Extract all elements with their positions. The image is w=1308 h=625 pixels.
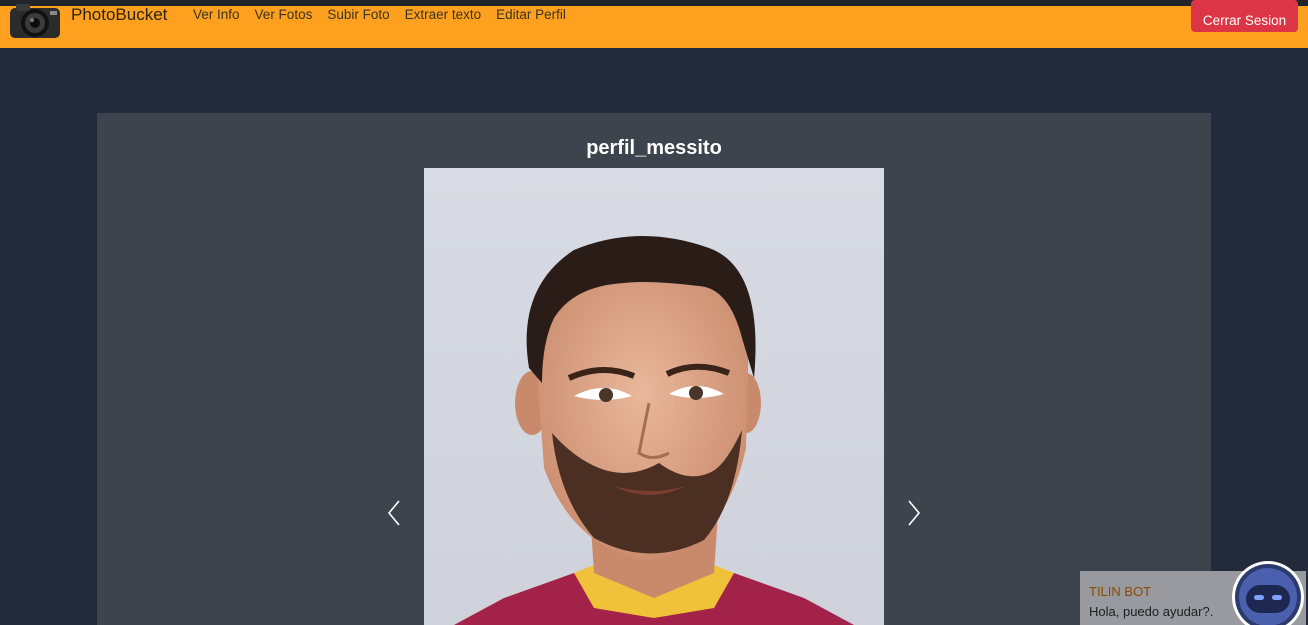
logout-button[interactable]: Cerrar Sesion (1191, 0, 1298, 32)
nav-link-ver-info[interactable]: Ver Info (193, 8, 240, 22)
chatbot-name: TILIN BOT (1089, 584, 1152, 599)
chevron-left-icon[interactable] (386, 499, 402, 527)
nav-link-extraer-texto[interactable]: Extraer texto (405, 8, 482, 22)
robot-icon (1235, 564, 1301, 625)
navbar: PhotoBucket Ver Info Ver Fotos Subir Fot… (0, 0, 1308, 48)
brand-name[interactable]: PhotoBucket (71, 6, 167, 24)
nav-links: Ver Info Ver Fotos Subir Foto Extraer te… (193, 8, 581, 22)
chevron-right-icon[interactable] (906, 499, 922, 527)
camera-icon[interactable] (8, 0, 62, 40)
nav-link-ver-fotos[interactable]: Ver Fotos (255, 8, 313, 22)
photo-title: perfil_messito (586, 137, 722, 159)
chatbot-avatar[interactable] (1232, 561, 1304, 625)
nav-link-editar-perfil[interactable]: Editar Perfil (496, 8, 566, 22)
carousel-photo (424, 168, 884, 625)
chatbot-message: Hola, puedo ayudar?. (1089, 604, 1214, 619)
portrait-image (424, 168, 884, 625)
nav-link-subir-foto[interactable]: Subir Foto (327, 8, 389, 22)
